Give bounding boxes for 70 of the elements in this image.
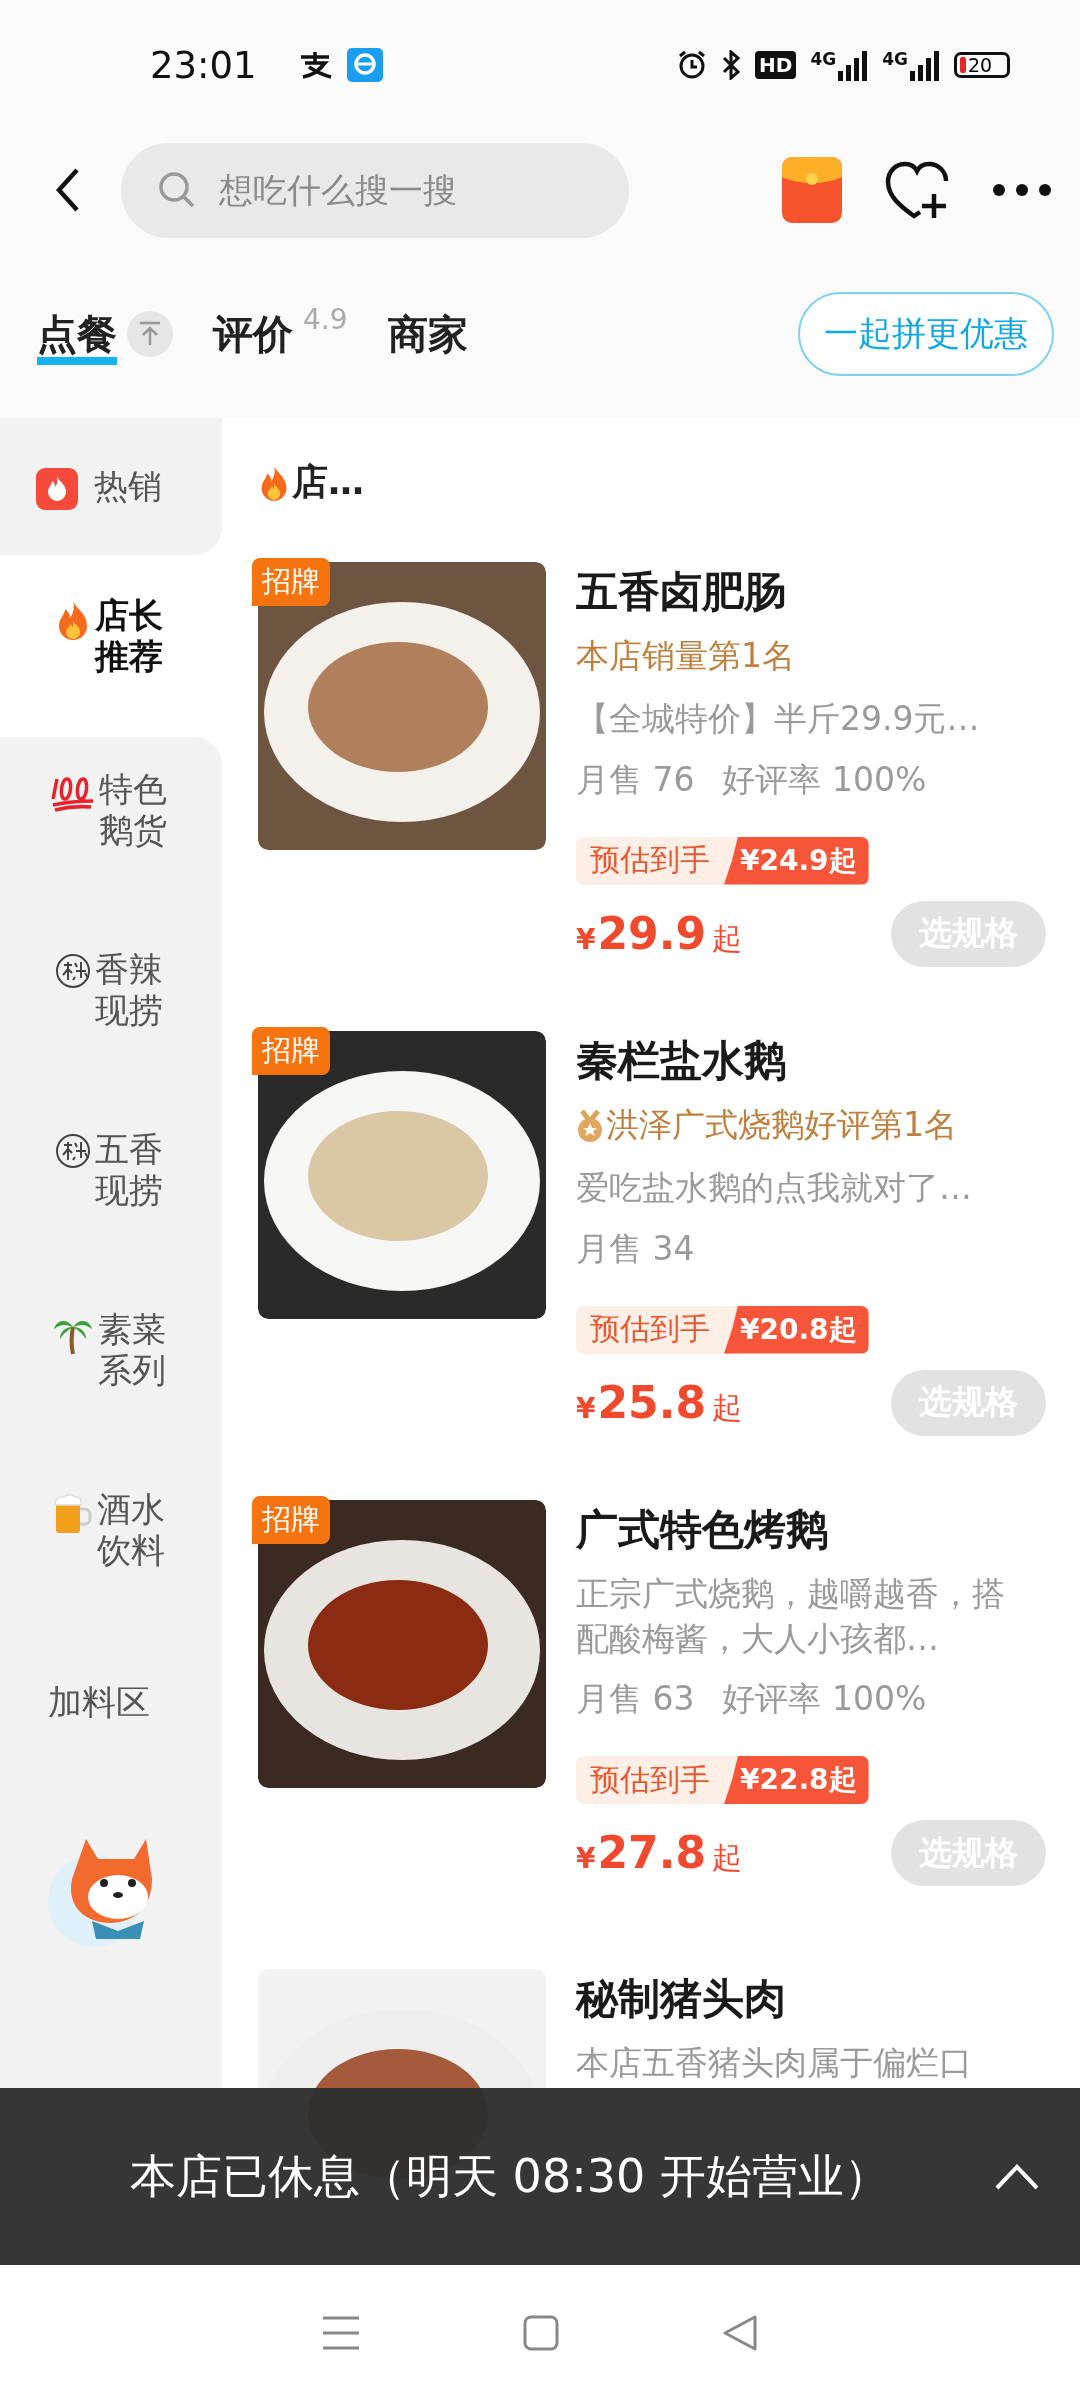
envelope-icon[interactable] [782, 157, 842, 223]
monthly-sales: 月售 34 [576, 1227, 695, 1270]
currency-symbol: ¥ [576, 922, 596, 956]
store-closed-message: 本店已休息（明天 08:30 开始营业） [130, 2147, 890, 2205]
category-item[interactable]: 热销 [0, 418, 222, 555]
category-item[interactable]: 特色鹅货 [0, 737, 222, 917]
circled-character-icon [55, 953, 92, 989]
back-icon[interactable] [55, 167, 81, 213]
home-icon[interactable] [523, 2314, 559, 2351]
circled-character-icon [55, 1133, 92, 1169]
dish-name: 秘制猪头肉 [576, 1973, 787, 2025]
estimated-price-label: 预估到手 [576, 836, 738, 885]
ranking-label: 洪泽广式烧鹅好评第1名 [606, 1104, 957, 1146]
alarm-icon [677, 50, 708, 80]
network-type-label: 4G [810, 49, 837, 69]
hd-voice-badge: HD [755, 51, 797, 79]
dish-description: 爱吃盐水鹅的点我就对了… [576, 1167, 973, 1209]
dish-description: 【全城特价】半斤29.9元… [576, 698, 981, 740]
beer-mug-icon [53, 1493, 94, 1535]
dish-price: 29.9 [597, 907, 707, 959]
expand-up-icon[interactable] [994, 2162, 1040, 2191]
signal-icon [838, 49, 869, 81]
dish-name: 秦栏盐水鹅 [576, 1035, 787, 1087]
positive-rating: 好评率 100% [722, 1678, 927, 1721]
tab[interactable]: 商家 [387, 292, 468, 376]
rating-score: 4.9 [303, 302, 348, 336]
network-type-label: 4G [882, 49, 908, 69]
dish-name: 广式特色烤鹅 [576, 1504, 829, 1556]
ranking-label: 本店销量第1名 [576, 635, 795, 677]
monthly-sales: 月售 63 [576, 1678, 695, 1721]
currency-symbol: ¥ [576, 1842, 596, 1876]
dish-description: 正宗广式烧鹅，越嚼越香，搭配酸梅酱，大人小孩都… [576, 1573, 1006, 1660]
category-item[interactable]: 香辣现捞 [0, 917, 222, 1097]
signature-tag: 招牌 [252, 558, 330, 606]
price-suffix: 起 [712, 919, 743, 958]
estimated-price-tag: ¥22.8起 [724, 1756, 869, 1805]
section-title: 店… [292, 460, 364, 504]
price-suffix: 起 [712, 1388, 743, 1427]
dish-description: 本店五香猪头肉属于偏烂口 [576, 2042, 973, 2084]
dish-name: 五香卤肥肠 [576, 566, 787, 618]
status-time: 23:01 [150, 43, 257, 87]
pin-to-top-icon[interactable] [127, 311, 173, 357]
signal-icon [910, 49, 940, 81]
estimated-price-tag: ¥24.9起 [724, 836, 869, 885]
bluetooth-icon [721, 50, 742, 80]
more-icon[interactable] [992, 183, 1052, 197]
battery-indicator: 20 [954, 52, 1010, 78]
heart-plus-icon[interactable] [884, 160, 950, 220]
estimated-price-label: 预估到手 [576, 1756, 738, 1805]
search-field[interactable]: 想吃什么搜一搜 [121, 142, 629, 238]
price-suffix: 起 [712, 1839, 743, 1878]
flame-badge-icon [36, 467, 78, 510]
menu-icon[interactable] [321, 2314, 360, 2351]
category-item[interactable]: 加料区 [0, 1637, 222, 1767]
app-notification-icon [346, 48, 383, 82]
signature-tag: 招牌 [252, 1027, 330, 1075]
signature-tag: 招牌 [252, 1496, 330, 1544]
estimated-price-tag: ¥20.8起 [724, 1305, 869, 1354]
currency-symbol: ¥ [576, 1391, 596, 1425]
tab[interactable]: 点餐 [37, 292, 117, 376]
monthly-sales: 月售 76 [576, 758, 695, 801]
category-item[interactable]: 素菜系列 [0, 1277, 222, 1457]
category-item[interactable]: 五香现捞 [0, 1097, 222, 1277]
dish-price: 27.8 [597, 1827, 707, 1879]
dish-price: 25.8 [597, 1376, 707, 1428]
category-item[interactable]: 酒水饮料 [0, 1457, 222, 1637]
medal-icon [576, 1108, 604, 1143]
tab[interactable]: 评价 [213, 292, 293, 376]
estimated-price-label: 预估到手 [576, 1305, 738, 1354]
positive-rating: 好评率 100% [722, 758, 927, 801]
